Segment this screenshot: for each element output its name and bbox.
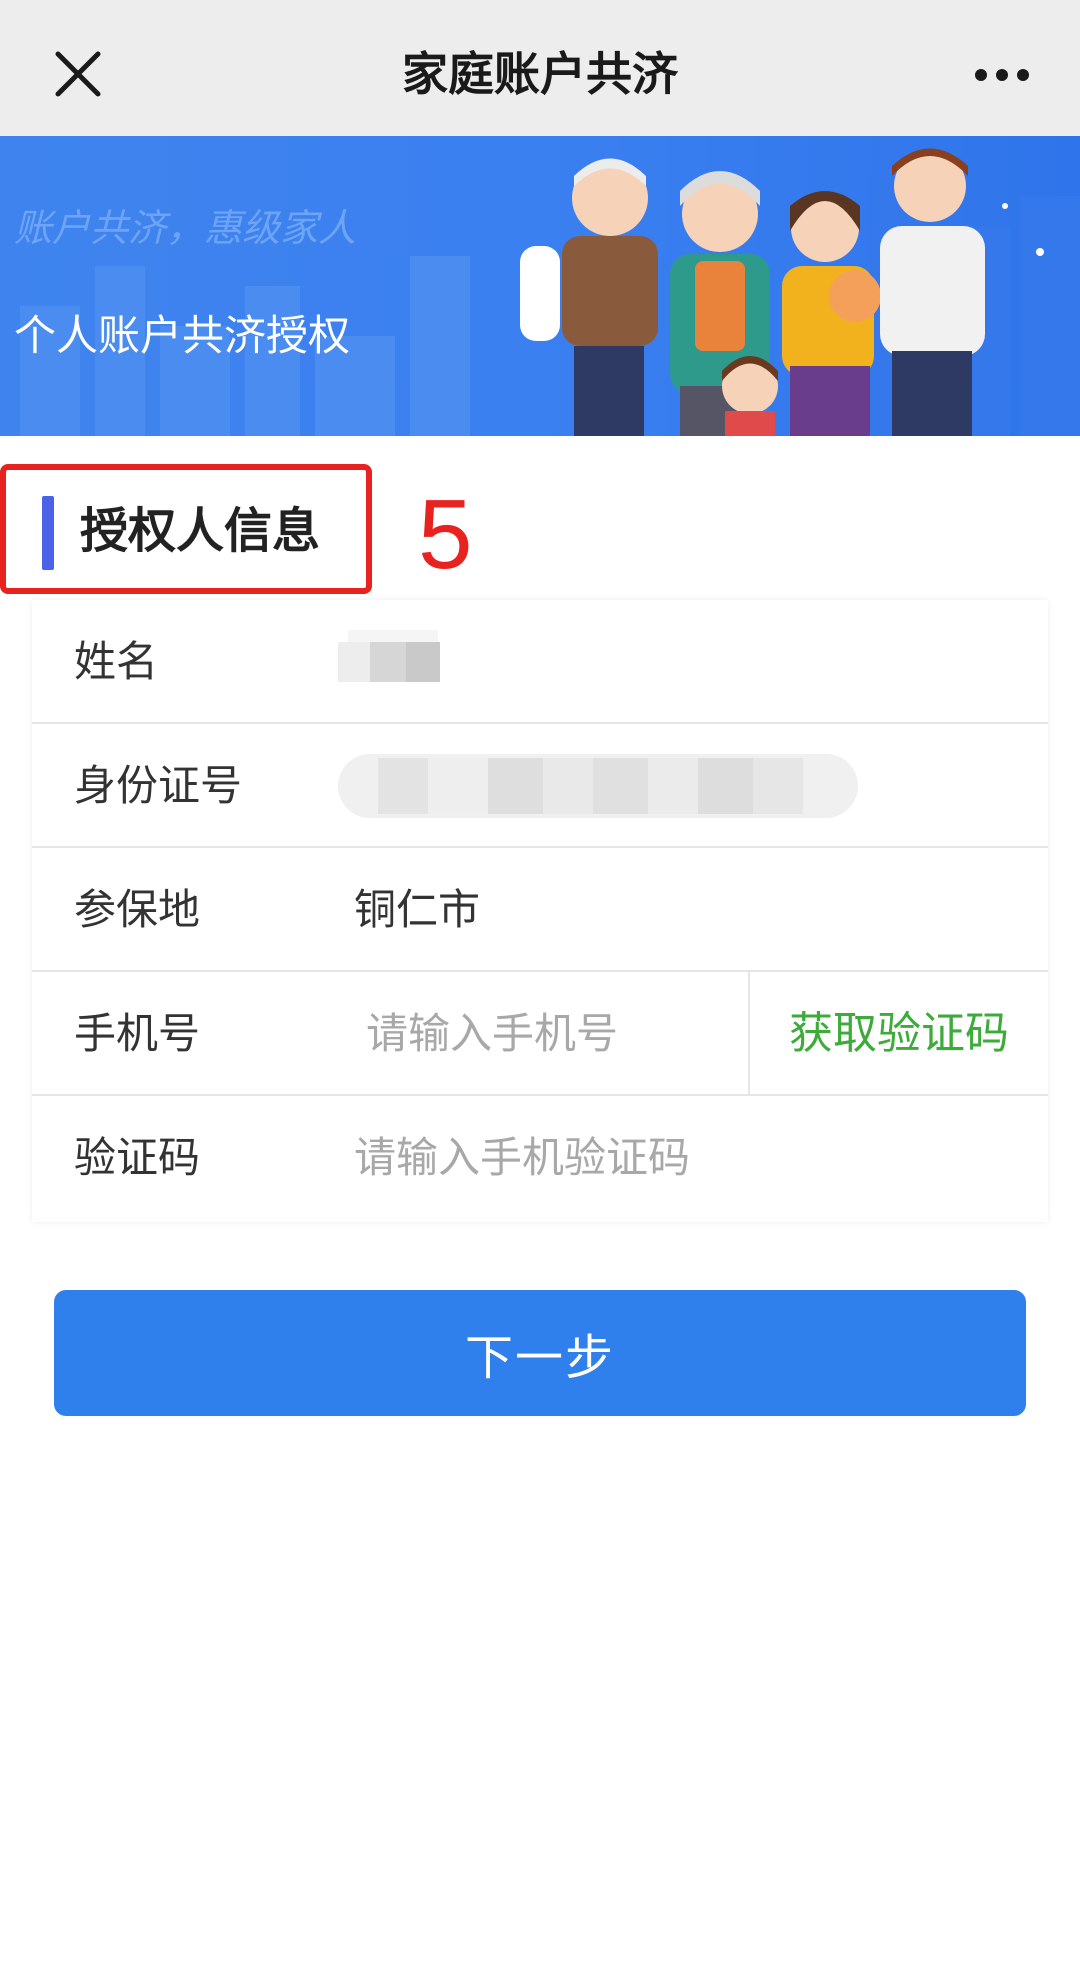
insured-place-row: 参保地 铜仁市 [32, 848, 1048, 972]
insured-place-label: 参保地 [74, 886, 201, 933]
get-code-button[interactable]: 获取验证码 [750, 972, 1048, 1096]
banner-slogan: 账户共济，惠级家人 [14, 208, 357, 250]
section-accent-bar [42, 496, 54, 570]
page: 家庭账户共济 账户共济，惠级家人 个人账户共济授权 授权人信息 5 姓名 身份证… [0, 0, 1080, 1987]
name-row: 姓名 [32, 600, 1048, 724]
verification-code-row: 验证码 [32, 1096, 1048, 1220]
phone-input[interactable] [366, 999, 736, 1069]
next-step-button[interactable]: 下一步 [54, 1290, 1026, 1416]
close-icon[interactable] [48, 44, 108, 104]
id-number-label: 身份证号 [74, 762, 243, 809]
phone-label: 手机号 [74, 1010, 201, 1057]
banner: 账户共济，惠级家人 个人账户共济授权 [0, 136, 1080, 436]
page-title: 家庭账户共济 [402, 48, 678, 100]
insured-place-value: 铜仁市 [354, 886, 481, 933]
id-number-value-blurred [338, 754, 858, 818]
section-title: 授权人信息 [80, 505, 321, 558]
authorizer-form: 姓名 身份证号 参保地 铜仁市 手机号 请输入手机号 获取验证码 验证码 请输入… [32, 600, 1048, 1222]
step-annotation-number: 5 [418, 479, 473, 589]
name-value-blurred [338, 630, 440, 682]
verification-code-label: 验证码 [74, 1134, 201, 1181]
top-nav-bar: 家庭账户共济 [0, 0, 1080, 136]
phone-row: 手机号 获取验证码 [32, 972, 1048, 1096]
family-illustration [520, 148, 985, 436]
id-number-row: 身份证号 [32, 724, 1048, 848]
name-label: 姓名 [74, 638, 159, 685]
verification-code-input[interactable] [354, 1123, 1014, 1193]
more-horizontal-icon[interactable] [972, 60, 1032, 90]
banner-subtitle: 个人账户共济授权 [14, 312, 351, 359]
